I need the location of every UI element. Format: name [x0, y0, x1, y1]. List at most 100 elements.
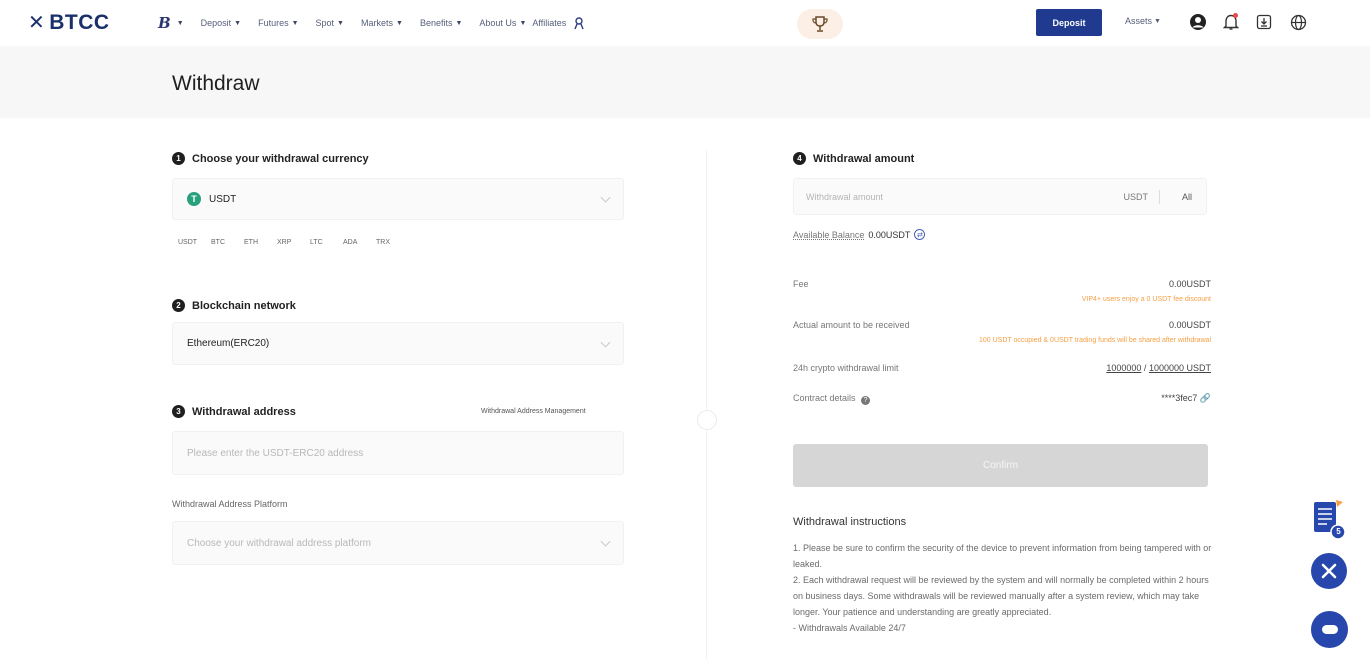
currency-chip-btc[interactable]: BTC [211, 239, 244, 246]
step-4-heading: 4 Withdrawal amount [793, 152, 914, 165]
selected-network: Ethereum(ERC20) [187, 338, 270, 349]
all-button[interactable]: All [1182, 192, 1192, 202]
network-select[interactable]: Ethereum(ERC20) [172, 322, 624, 365]
withdrawal-amount-input[interactable]: Withdrawal amount USDT All [793, 178, 1207, 215]
caret-down-icon: ▼ [337, 19, 344, 27]
confirm-button[interactable]: Confirm [793, 444, 1208, 487]
chevron-down-icon [600, 192, 611, 203]
balance-label: Available Balance [793, 229, 865, 240]
nav-item-label: Benefits [419, 18, 453, 28]
contract-label: Contract details [793, 393, 856, 403]
assets-menu[interactable]: Assets ▼ [1125, 16, 1161, 26]
step-title: Withdrawal amount [813, 152, 915, 165]
currency-chip-usdt[interactable]: USDT [178, 239, 211, 246]
platform-select[interactable]: Choose your withdrawal address platform [172, 521, 624, 565]
platform-label: Withdrawal Address Platform [172, 499, 288, 509]
nav-item-label: Affiliates [532, 18, 567, 28]
step-1-heading: 1 Choose your withdrawal currency [172, 152, 369, 165]
step-title: Blockchain network [192, 299, 296, 312]
link-icon[interactable]: 🔗 [1200, 393, 1211, 403]
brand-logo[interactable]: ✕ BTCC [28, 10, 110, 35]
affiliates-badge-icon [572, 16, 586, 30]
step-2-heading: 2 Blockchain network [172, 299, 296, 312]
currency-chip-ada[interactable]: ADA [343, 239, 376, 246]
page-title: Withdraw [172, 72, 260, 95]
limit-total: 1000000 USDT [1148, 363, 1211, 373]
info-icon[interactable]: ? [861, 396, 871, 405]
chat-support-button[interactable] [1311, 611, 1348, 648]
x-social-button[interactable] [1311, 553, 1347, 589]
nav-item-markets[interactable]: Markets ▼ [361, 18, 403, 28]
limit-separator: / [1143, 363, 1147, 373]
nav-item-about-us[interactable]: About Us ▼ [479, 18, 526, 28]
nav-item-label: Spot [315, 18, 335, 28]
fee-label: Fee [793, 279, 809, 289]
caret-down-icon: ▼ [176, 19, 184, 27]
nav-item-affiliates[interactable]: Affiliates [532, 16, 586, 30]
nav-item-deposit[interactable]: Deposit ▼ [201, 18, 241, 28]
nav-item-label: Deposit [200, 18, 232, 28]
currency-select[interactable]: T USDT [172, 178, 624, 220]
currency-chip-xrp[interactable]: XRP [277, 239, 310, 246]
limit-used: 1000000 [1106, 363, 1142, 373]
amount-unit: USDT [1123, 192, 1149, 202]
contract-value-wrap: ****3fec7 🔗 [1161, 393, 1211, 404]
chat-icon [1321, 624, 1338, 634]
contract-value: ****3fec7 [1161, 393, 1198, 403]
currency-chip-trx[interactable]: TRX [376, 239, 409, 246]
account-icon[interactable] [1187, 11, 1209, 33]
withdrawal-address-management-link[interactable]: Withdrawal Address Management [481, 408, 586, 415]
withdrawal-address-input[interactable]: Please enter the USDT-ERC20 address [172, 431, 624, 475]
tasks-floating-button[interactable]: 5 [1311, 498, 1346, 542]
fee-row: Fee 0.00USDT VIP4+ users enjoy a 0 USDT … [793, 279, 1211, 303]
currency-chip-ltc[interactable]: LTC [310, 239, 343, 246]
page-header: Withdraw [0, 46, 1370, 118]
step-3-heading: 3 Withdrawal address [172, 405, 296, 418]
step-title: Choose your withdrawal currency [192, 152, 369, 165]
instruction-line: 2. Each withdrawal request will be revie… [793, 575, 1209, 617]
actual-amount-value: 0.00USDT [1168, 320, 1211, 330]
available-balance: Available Balance 0.00USDT ⇄ [793, 229, 926, 240]
nav-item-label: Markets [360, 18, 393, 28]
address-placeholder: Please enter the USDT-ERC20 address [187, 447, 364, 459]
step-title: Withdrawal address [192, 405, 296, 418]
nav-item-spot[interactable]: Spot ▼ [316, 18, 344, 28]
balance-value: 0.00USDT [868, 229, 911, 240]
x-icon [1321, 563, 1337, 579]
currency-chip-eth[interactable]: ETH [244, 239, 277, 246]
fee-value: 0.00USDT [1168, 279, 1211, 289]
limit-value: 1000000 / 1000000 USDT [1106, 363, 1211, 373]
caret-down-icon: ▼ [234, 19, 242, 27]
nav-item-label: Futures [258, 18, 289, 28]
deposit-button[interactable]: Deposit [1036, 9, 1102, 36]
fee-warning: VIP4+ users enjoy a 0 USDT fee discount [1081, 296, 1211, 303]
globe-icon[interactable] [1287, 11, 1309, 33]
actual-amount-label: Actual amount to be received [793, 320, 910, 330]
instructions-text: 1. Please be sure to confirm the securit… [793, 540, 1213, 636]
withdrawal-limit-row: 24h crypto withdrawal limit 1000000 / 10… [793, 363, 1211, 373]
column-divider [706, 150, 707, 659]
nav-b-menu[interactable]: B ▼ [158, 14, 184, 32]
step-number: 4 [793, 152, 806, 165]
step-number: 2 [172, 299, 185, 312]
selected-currency: USDT [209, 193, 237, 205]
top-navigation-bar: ✕ BTCC B ▼ Deposit ▼ Futures ▼ Spot ▼ Ma… [0, 0, 1370, 46]
brand-name: BTCC [49, 10, 110, 34]
actual-amount-warning: 100 USDT occupied & 0USDT trading funds … [978, 337, 1211, 344]
limit-label: 24h crypto withdrawal limit [793, 363, 899, 373]
quick-currency-chips: USDT BTC ETH XRP LTC ADA TRX [178, 239, 409, 246]
download-icon[interactable] [1253, 11, 1275, 33]
instructions-title: Withdrawal instructions [793, 516, 907, 528]
separator [1159, 190, 1160, 204]
nav-item-benefits[interactable]: Benefits ▼ [420, 18, 462, 28]
instruction-line: 1. Please be sure to confirm the securit… [793, 543, 1212, 569]
trophy-icon[interactable] [797, 9, 843, 39]
bell-icon[interactable] [1220, 11, 1242, 33]
chevron-down-icon [600, 337, 611, 348]
transfer-icon[interactable]: ⇄ [914, 229, 926, 240]
nav-item-futures[interactable]: Futures ▼ [258, 18, 298, 28]
contract-details-row: Contract details ? ****3fec7 🔗 [793, 393, 1211, 405]
usdt-coin-icon: T [187, 192, 201, 206]
caret-down-icon: ▼ [1154, 17, 1161, 25]
caret-down-icon: ▼ [519, 19, 527, 27]
